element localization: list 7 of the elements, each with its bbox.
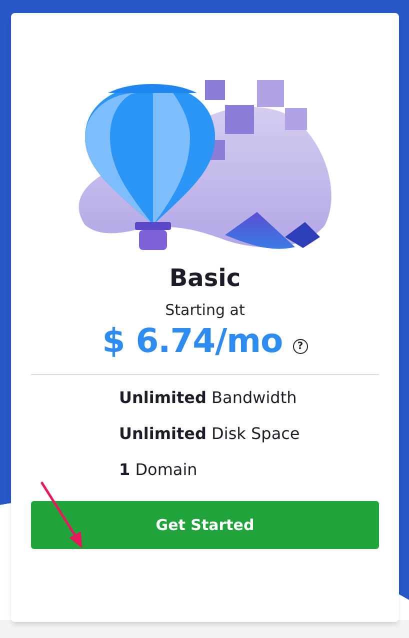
feature-text: Unlimited Disk Space [119, 423, 301, 445]
feature-text: 1 Domain [119, 459, 198, 481]
help-icon[interactable]: ? [292, 339, 308, 354]
plan-title: Basic [169, 263, 241, 294]
feature-text: Unlimited Bandwidth [119, 387, 298, 409]
price-caption: Starting at [165, 300, 245, 320]
price: $ 6.74/mo [102, 320, 283, 362]
